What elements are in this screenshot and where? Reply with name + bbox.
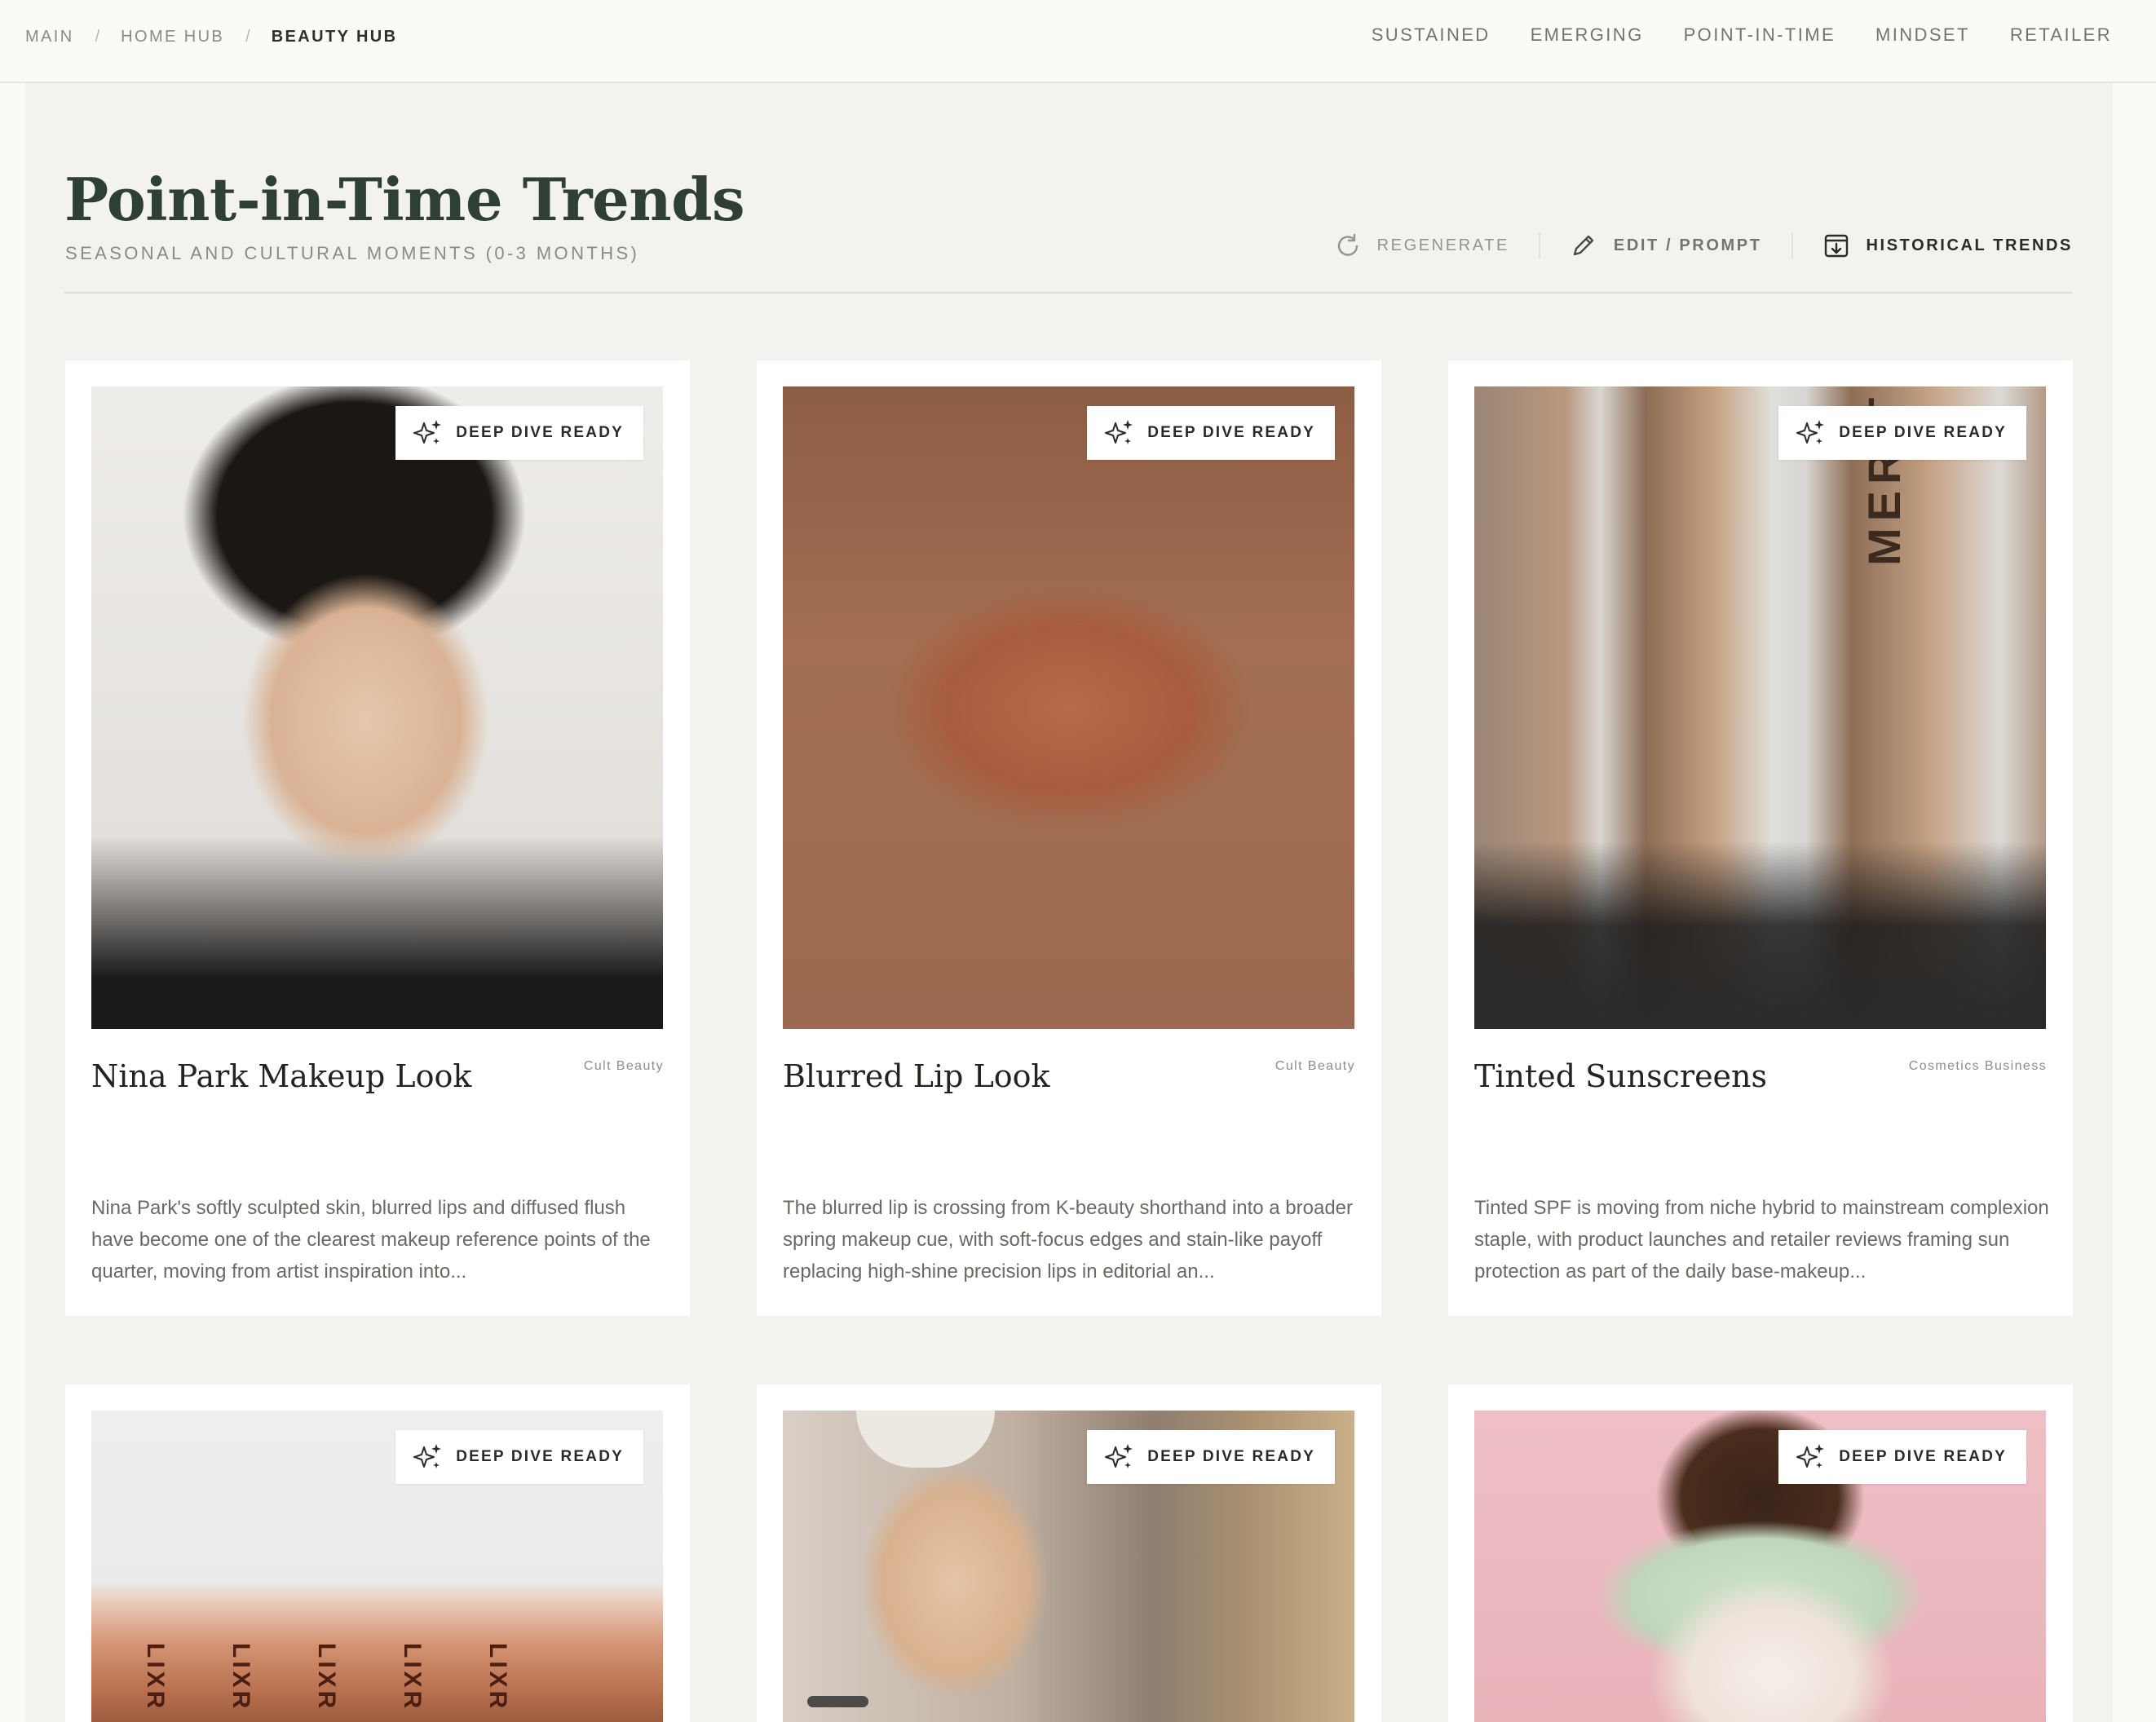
trend-title[interactable]: Nina Park Makeup Look [91,1058,471,1094]
trend-card[interactable]: DEEP DIVE READY Blurred Lip Look Cult Be… [757,360,1381,1316]
edit-prompt-button[interactable]: EDIT / PROMPT [1570,232,1762,259]
sparkle-icon [1105,420,1133,444]
archive-download-icon [1824,234,1848,258]
page-title: Point-in-Time Trends [64,165,745,234]
refresh-icon [1337,233,1358,256]
edit-prompt-label: EDIT / PROMPT [1613,236,1762,254]
sparkle-icon [413,1444,442,1468]
tube-label: LIXR [313,1643,340,1712]
deep-dive-badge: DEEP DIVE READY [1778,1430,2026,1484]
trend-title[interactable]: Blurred Lip Look [783,1058,1050,1094]
trend-description: Tinted SPF is moving from niche hybrid t… [1474,1197,2049,1283]
tube-label: LIXR [399,1643,426,1712]
deep-dive-badge: DEEP DIVE READY [1087,1430,1335,1484]
breadcrumb-beauty-hub: BEAUTY HUB [271,28,398,46]
trend-card[interactable]: MERIT DEEP DIVE READY Tinted Sunscreens … [1448,360,2073,1316]
badge-label: DEEP DIVE READY [1839,424,2007,441]
trend-description: Nina Park's softly sculpted skin, blurre… [91,1197,651,1283]
trend-source: Cosmetics Business [1908,1059,2047,1073]
trend-image: DEEP DIVE READY [91,386,663,1029]
trend-image: DEEP DIVE READY [783,1411,1354,1722]
sparkle-icon [413,420,442,444]
trend-card[interactable]: LIXR LIXR LIXR LIXR LIXR DEEP DIVE READY [65,1384,690,1722]
regenerate-label: REGENERATE [1376,236,1509,254]
deep-dive-badge: DEEP DIVE READY [395,406,643,460]
trend-image: DEEP DIVE READY [783,386,1354,1029]
sparkle-icon [1796,420,1825,444]
nav-emerging[interactable]: EMERGING [1531,24,1644,46]
trend-card[interactable]: DEEP DIVE READY Nina Park Makeup Look Cu… [65,360,690,1316]
tube-label: LIXR [484,1643,511,1712]
nav-sustained[interactable]: SUSTAINED [1372,24,1491,46]
page-subtitle: SEASONAL AND CULTURAL MOMENTS (0-3 MONTH… [65,243,640,263]
breadcrumb: MAIN / HOME HUB / BEAUTY HUB [25,28,397,46]
scrollbar-handle[interactable] [807,1696,868,1707]
sparkle-icon [1105,1444,1133,1468]
tube-caps [1474,841,2046,1029]
sparkle-icon [1796,1444,1825,1468]
nav-mindset[interactable]: MINDSET [1875,24,1970,46]
badge-label: DEEP DIVE READY [1147,1448,1315,1465]
pencil-icon [1573,235,1594,256]
top-bar: MAIN / HOME HUB / BEAUTY HUB SUSTAINED E… [0,0,2156,83]
trend-card[interactable]: DEEP DIVE READY [757,1384,1381,1722]
tube-label: LIXR [228,1643,254,1712]
main-nav: SUSTAINED EMERGING POINT-IN-TIME MINDSET… [1372,24,2112,46]
action-bar: REGENERATE EDIT / PROMPT HISTORICAL TREN… [1335,232,2073,259]
historical-trends-button[interactable]: HISTORICAL TRENDS [1822,232,2073,259]
badge-label: DEEP DIVE READY [456,1448,624,1465]
breadcrumb-home-hub[interactable]: HOME HUB [121,28,224,46]
trend-title[interactable]: Tinted Sunscreens [1474,1058,1767,1094]
regenerate-button[interactable]: REGENERATE [1335,232,1509,258]
content-panel: Point-in-Time Trends SEASONAL AND CULTUR… [25,83,2113,1722]
trend-image: MERIT DEEP DIVE READY [1474,386,2046,1029]
deep-dive-badge: DEEP DIVE READY [1087,406,1335,460]
breadcrumb-main[interactable]: MAIN [25,28,74,46]
trend-source: Cult Beauty [583,1059,664,1073]
breadcrumb-separator: / [245,28,250,46]
historical-trends-label: HISTORICAL TRENDS [1866,236,2073,254]
trend-description: The blurred lip is crossing from K-beaut… [783,1197,1354,1283]
tube-label: LIXR [142,1643,169,1712]
badge-label: DEEP DIVE READY [1839,1448,2007,1465]
trend-source: Cult Beauty [1275,1059,1355,1073]
header-divider [64,292,2073,294]
badge-label: DEEP DIVE READY [1147,424,1315,441]
deep-dive-badge: DEEP DIVE READY [1778,406,2026,460]
trend-image: DEEP DIVE READY [1474,1411,2046,1722]
deep-dive-badge: DEEP DIVE READY [395,1430,643,1484]
breadcrumb-separator: / [95,28,100,46]
trend-image: LIXR LIXR LIXR LIXR LIXR DEEP DIVE READY [91,1411,663,1722]
trend-card[interactable]: DEEP DIVE READY [1448,1384,2073,1722]
badge-label: DEEP DIVE READY [456,424,624,441]
nav-point-in-time[interactable]: POINT-IN-TIME [1684,24,1836,46]
divider [1538,232,1540,258]
nav-retailer[interactable]: RETAILER [2010,24,2112,46]
headband-shape [856,1411,995,1468]
divider [1791,232,1793,258]
